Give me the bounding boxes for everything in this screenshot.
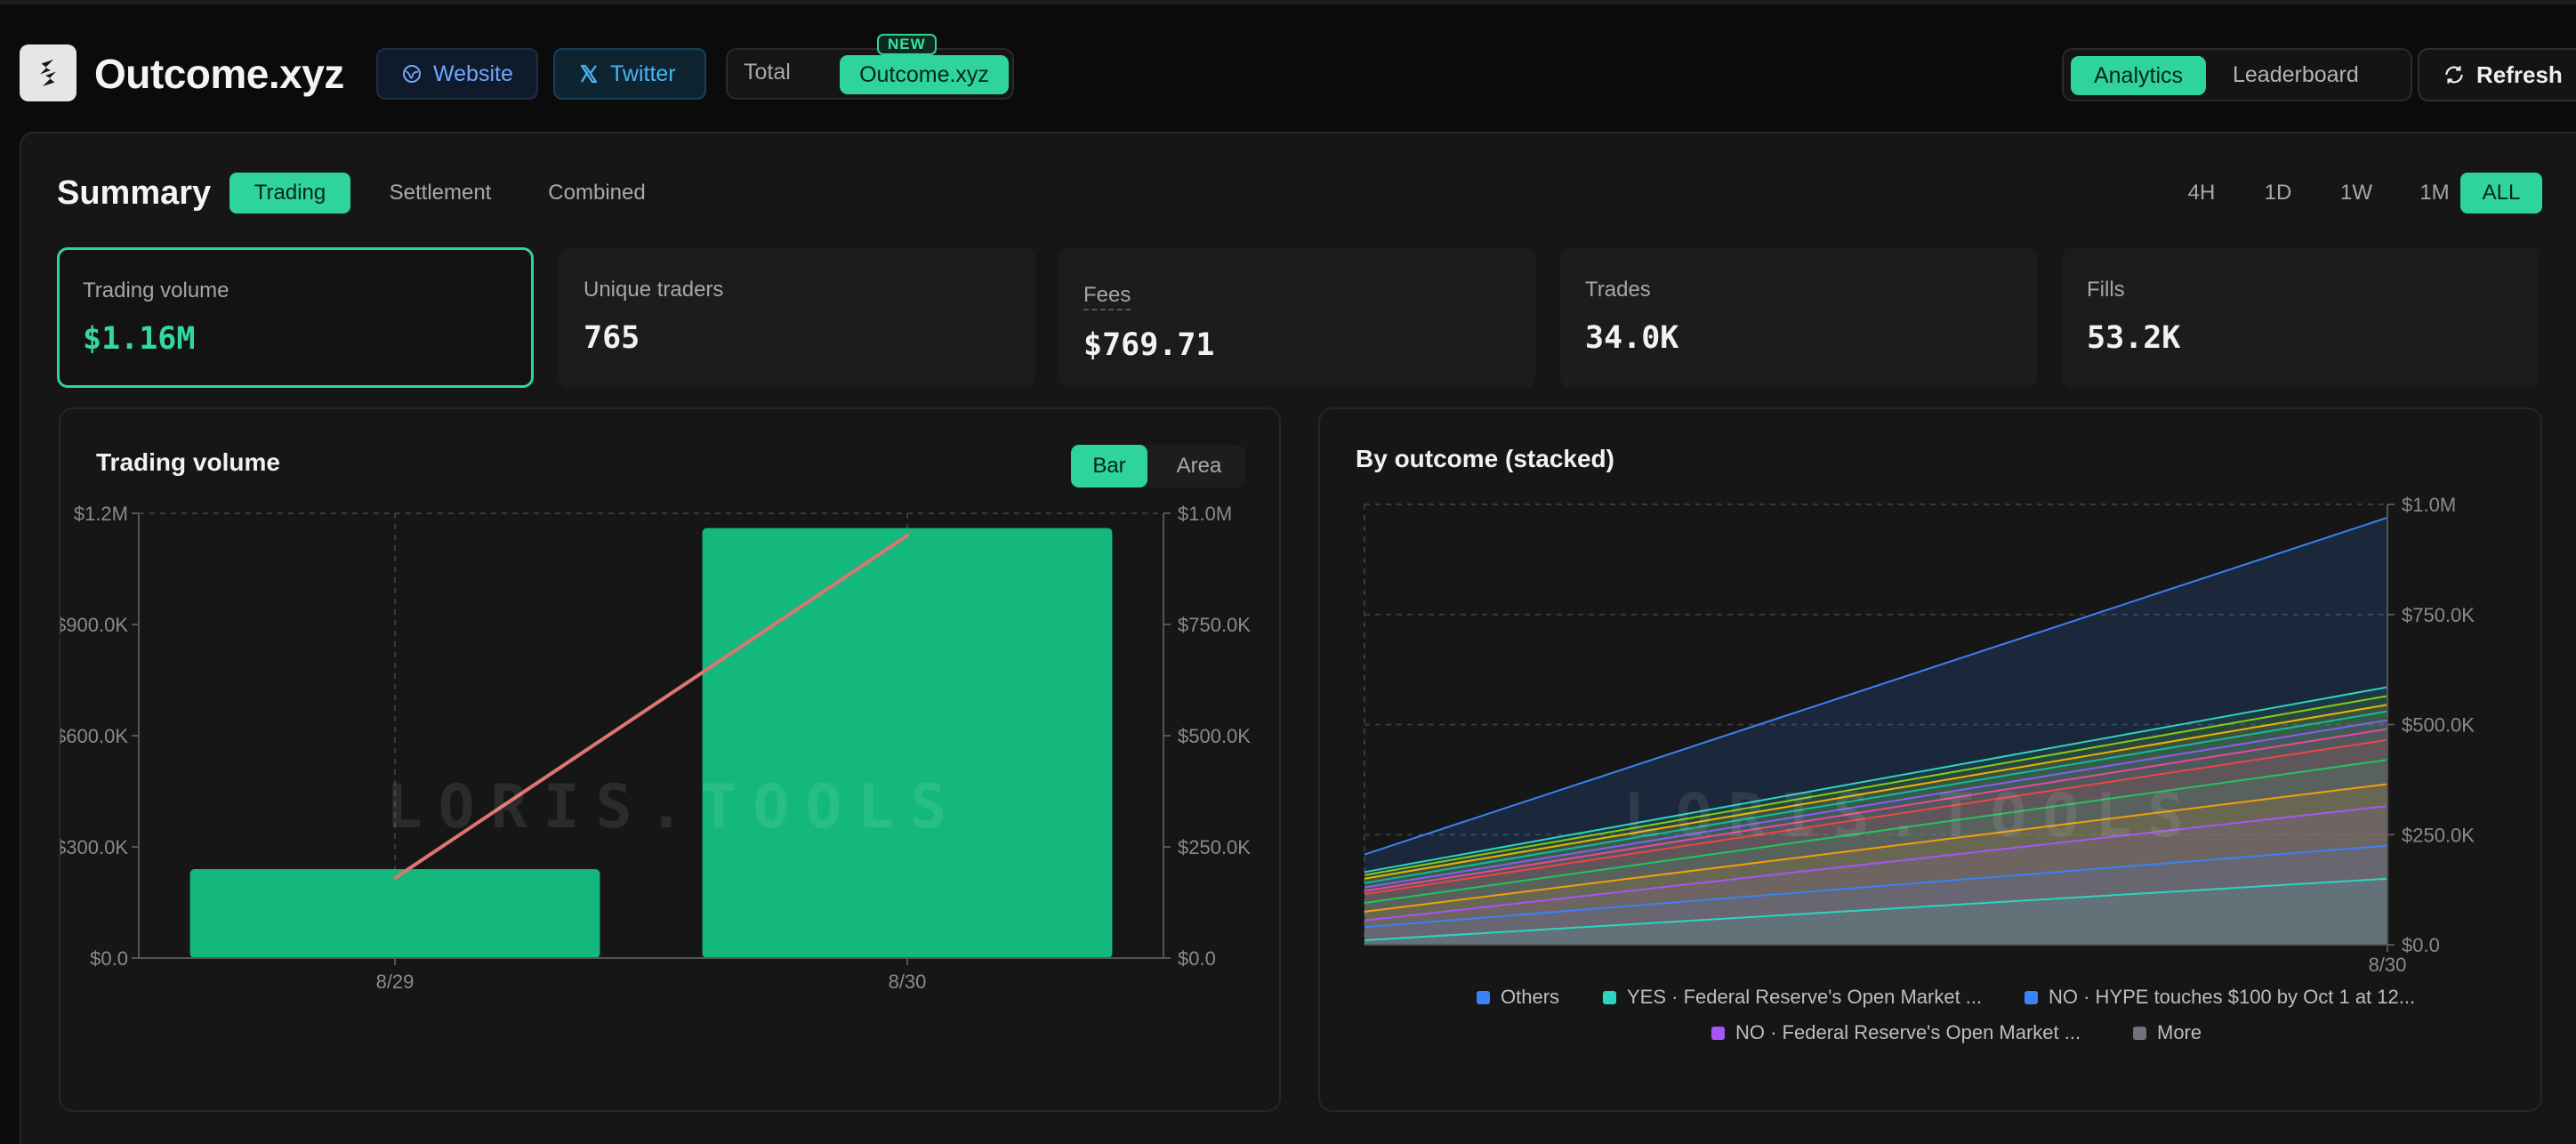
app-logo[interactable] [20,44,76,101]
kpi-value: $1.16M [83,321,196,357]
chart-type-area[interactable]: Area [1158,445,1240,487]
y2-tick-label: $500.0K [1178,725,1251,747]
y-tick-label: $0.0 [2402,934,2440,956]
refresh-button[interactable]: Refresh [2418,48,2576,101]
legend-item[interactable]: NO · HYPE touches $100 by Oct 1 at 12... [2025,986,2415,1009]
kpi-unique-traders[interactable]: Unique traders 765 [559,247,1035,388]
scope-total-option[interactable]: Total [744,60,791,85]
tab-settlement[interactable]: Settlement [377,173,503,213]
y-tick-label: $0.0 [90,947,128,970]
kpi-trading-volume[interactable]: Trading volume $1.16M [57,247,534,388]
kpi-label-tooltip[interactable]: Fees [1083,283,1131,310]
y2-tick-label: $250.0K [1178,836,1251,858]
legend-item[interactable]: Others [1477,986,1559,1009]
legend-swatch [2133,1026,2146,1040]
chart-type-bar[interactable]: Bar [1071,445,1147,487]
y2-tick-label: $0.0 [1178,947,1216,970]
nav-analytics-tab[interactable]: Analytics [2071,56,2206,95]
trading-volume-card: Trading volume Bar Area $0.0 $300.0K $600.… [59,407,1281,1112]
y-tick-label: $500.0K [2402,714,2475,737]
y-tick-label: $250.0K [2402,824,2475,846]
kpi-label: Fills [2087,278,2125,302]
chart-type-toggle: Bar Area [1071,445,1245,487]
summary-panel: Summary Trading Settlement Combined 4H 1… [20,132,2576,1144]
x-logo-icon [580,64,598,84]
website-button[interactable]: Website [376,48,538,100]
outcome-stacked-card: By outcome (stacked) $0.0 $250.0K $500.0K $… [1318,407,2542,1112]
kpi-value: 34.0K [1585,320,1679,356]
app-title: Outcome.xyz [94,51,344,97]
range-1d[interactable]: 1D [2238,173,2318,213]
legend-swatch [1711,1026,1725,1040]
x-tick-label: 8/29 [376,971,415,993]
card-title: Trading volume [96,448,280,476]
y-tick-label: $600.0K [60,725,128,747]
legend-swatch [2025,990,2038,1004]
legend-swatch [1477,990,1490,1004]
website-label: Website [433,60,513,86]
y-tick-label: $300.0K [60,836,128,858]
legend-swatch [1603,990,1616,1004]
legend-label: NO · Federal Reserve's Open Market ... [1735,1021,2081,1043]
legend-label: Others [1501,986,1560,1008]
volume-bar [702,528,1113,958]
y-tick-label: $750.0K [2402,604,2475,626]
kpi-value: 765 [584,320,640,356]
twitter-button[interactable]: Twitter [553,48,706,100]
legend-item[interactable]: YES · Federal Reserve's Open Market ... [1603,986,1982,1009]
x-tick-label: 8/30 [2369,954,2407,976]
scope-outcome-option[interactable]: Outcome.xyz [840,55,1009,94]
legend-item[interactable]: More [2133,1021,2202,1044]
nav-leaderboard-tab[interactable]: Leaderboard [2233,62,2359,88]
range-4h[interactable]: 4H [2161,173,2242,213]
outcome-stacked-chart[interactable]: $0.0 $250.0K $500.0K $750.0K $1.0M 8/30 LORIS… [1320,489,2540,987]
bolt-logo-icon [40,60,56,86]
scope-toggle: Total Outcome.xyz [726,48,1014,100]
kpi-label: Trading volume [83,278,229,302]
globe-icon [403,65,421,83]
app-header: Outcome.xyz Website Twitter Total Outcom… [20,34,2576,103]
tab-trading[interactable]: Trading [229,173,350,213]
new-badge: NEW [877,34,937,55]
refresh-label: Refresh [2476,60,2563,88]
legend-label: More [2157,1021,2202,1043]
top-border [0,0,2576,4]
kpi-value: $769.71 [1083,327,1215,363]
twitter-label: Twitter [610,60,676,86]
summary-title: Summary [57,174,212,212]
card-title: By outcome (stacked) [1356,445,1614,472]
tab-combined[interactable]: Combined [534,173,660,213]
range-all[interactable]: ALL [2460,173,2542,213]
y2-tick-label: $750.0K [1178,614,1251,636]
y-tick-label: $1.2M [74,503,128,525]
kpi-label: Trades [1585,278,1651,302]
y-tick-label: $900.0K [60,614,128,636]
volume-chart[interactable]: $0.0 $300.0K $600.0K $900.0K $1.2M $0.0 $250.0… [60,498,1279,1085]
refresh-icon [2445,66,2463,84]
kpi-fees[interactable]: Fees $769.71 [1059,247,1535,388]
kpi-trades[interactable]: Trades 34.0K [1560,247,2037,388]
kpi-fills[interactable]: Fills 53.2K [2062,247,2539,388]
x-tick-label: 8/30 [889,971,927,993]
watermark: LORIS.TOOLS [386,772,962,842]
y-tick-label: $1.0M [2402,494,2456,516]
legend-label: NO · HYPE touches $100 by Oct 1 at 12... [2049,986,2416,1008]
page-nav: Analytics Leaderboard [2062,48,2412,101]
y2-tick-label: $1.0M [1178,503,1232,525]
legend-item[interactable]: NO · Federal Reserve's Open Market ... [1711,1021,2081,1044]
kpi-label: Unique traders [584,278,724,302]
volume-bar [189,869,600,958]
range-1w[interactable]: 1W [2316,173,2396,213]
watermark: LORIS.TOOLS [1623,781,2200,851]
kpi-value: 53.2K [2087,320,2181,356]
legend-label: YES · Federal Reserve's Open Market ... [1627,986,1983,1008]
